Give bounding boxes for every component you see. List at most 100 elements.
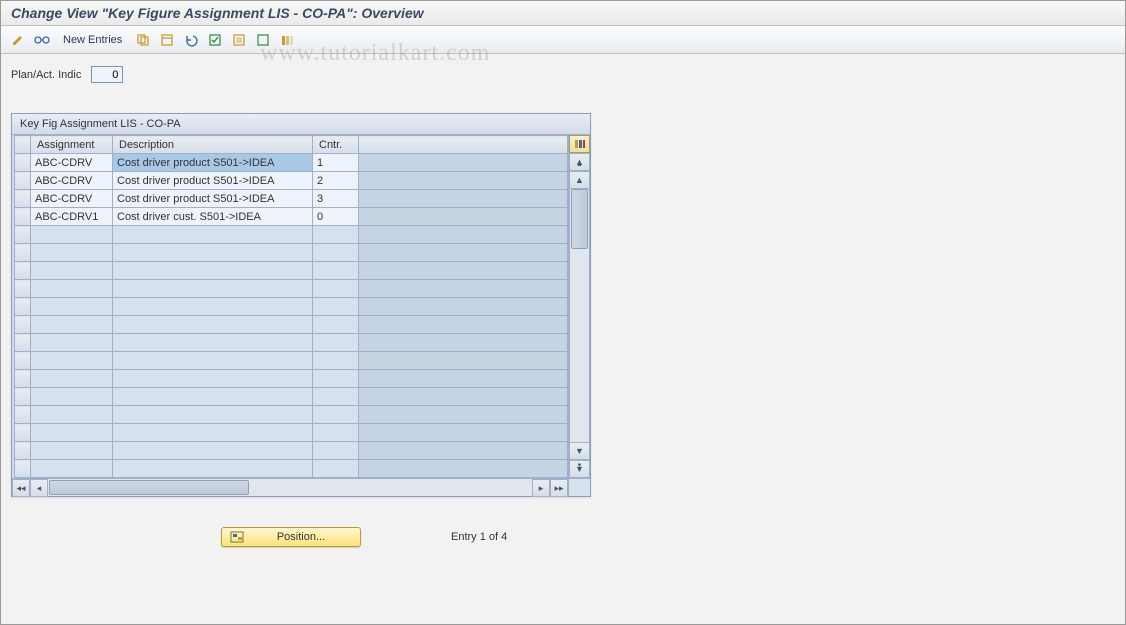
col-cntr[interactable]: Cntr. (313, 136, 359, 154)
copy-as-icon[interactable] (134, 31, 152, 49)
assignment-cell[interactable] (31, 316, 112, 333)
details-icon[interactable] (33, 31, 51, 49)
row-selector[interactable] (15, 388, 31, 406)
cntr-cell[interactable] (313, 226, 358, 243)
cntr-cell[interactable] (313, 370, 358, 387)
row-selector[interactable] (15, 208, 31, 226)
deselect-all-icon[interactable] (254, 31, 272, 49)
description-cell[interactable] (113, 298, 312, 315)
description-cell[interactable] (113, 352, 312, 369)
description-cell[interactable] (113, 388, 312, 405)
row-selector[interactable] (15, 280, 31, 298)
assignment-cell[interactable] (31, 262, 112, 279)
assignment-cell[interactable] (31, 424, 112, 441)
assignment-cell[interactable] (31, 226, 112, 243)
cntr-cell[interactable] (313, 244, 358, 261)
table-settings-icon[interactable] (569, 135, 590, 153)
cntr-cell[interactable] (313, 172, 358, 189)
assignment-cell[interactable] (31, 406, 112, 423)
cntr-cell[interactable] (313, 352, 358, 369)
configure-icon[interactable] (278, 31, 296, 49)
assignment-cell[interactable] (31, 244, 112, 261)
row-selector[interactable] (15, 334, 31, 352)
toggle-change-icon[interactable] (9, 31, 27, 49)
scroll-left-end-icon[interactable]: ◂◂ (12, 479, 30, 497)
vertical-scrollbar-thumb[interactable] (571, 189, 588, 249)
row-selector[interactable] (15, 370, 31, 388)
cntr-cell[interactable] (313, 406, 358, 423)
col-description[interactable]: Description (113, 136, 313, 154)
assignment-cell[interactable] (31, 298, 112, 315)
description-cell[interactable] (113, 280, 312, 297)
row-selector[interactable] (15, 226, 31, 244)
cntr-cell[interactable] (313, 262, 358, 279)
row-selector[interactable] (15, 154, 31, 172)
row-selector[interactable] (15, 352, 31, 370)
row-selector[interactable] (15, 460, 31, 478)
row-selector[interactable] (15, 298, 31, 316)
assignment-cell[interactable] (31, 208, 112, 225)
select-block-icon[interactable] (230, 31, 248, 49)
cntr-cell[interactable] (313, 460, 358, 477)
row-selector[interactable] (15, 316, 31, 334)
delete-icon[interactable] (158, 31, 176, 49)
description-cell[interactable] (113, 334, 312, 351)
scroll-right-end-icon[interactable]: ▸▸ (550, 479, 568, 497)
description-cell[interactable] (113, 208, 312, 225)
undo-icon[interactable] (182, 31, 200, 49)
description-cell[interactable] (113, 406, 312, 423)
horizontal-scrollbar-thumb[interactable] (49, 480, 249, 495)
cntr-cell[interactable] (313, 298, 358, 315)
scroll-left-icon[interactable]: ◂ (30, 479, 48, 497)
cntr-cell[interactable] (313, 388, 358, 405)
row-selector[interactable] (15, 172, 31, 190)
description-cell[interactable] (113, 370, 312, 387)
row-selector[interactable] (15, 262, 31, 280)
assignment-cell[interactable] (31, 280, 112, 297)
cntr-cell[interactable] (313, 208, 358, 225)
cntr-cell[interactable] (313, 334, 358, 351)
cntr-cell[interactable] (313, 154, 358, 171)
select-all-icon[interactable] (206, 31, 224, 49)
row-selector[interactable] (15, 442, 31, 460)
description-cell[interactable] (113, 172, 312, 189)
assignment-cell[interactable] (31, 154, 112, 171)
description-cell[interactable] (113, 424, 312, 441)
assignment-cell[interactable] (31, 334, 112, 351)
row-selector[interactable] (15, 406, 31, 424)
vertical-scrollbar[interactable] (569, 189, 590, 442)
cntr-cell[interactable] (313, 280, 358, 297)
row-selector[interactable] (15, 244, 31, 262)
description-cell[interactable] (113, 154, 312, 171)
row-selector[interactable] (15, 190, 31, 208)
assignment-cell[interactable] (31, 370, 112, 387)
assignment-cell[interactable] (31, 460, 112, 477)
scroll-down-icon[interactable]: ▼ (569, 442, 590, 460)
col-assignment[interactable]: Assignment (31, 136, 113, 154)
scroll-bottom-icon[interactable]: ▼▼ (569, 460, 590, 478)
scroll-up-icon[interactable]: ▲ (569, 171, 590, 189)
assignment-cell[interactable] (31, 352, 112, 369)
position-button[interactable]: Position... (221, 527, 361, 547)
cntr-cell[interactable] (313, 442, 358, 459)
description-cell[interactable] (113, 316, 312, 333)
row-selector-header[interactable] (15, 136, 31, 154)
new-entries-button[interactable]: New Entries (57, 32, 128, 48)
assignment-cell[interactable] (31, 190, 112, 207)
assignment-cell[interactable] (31, 442, 112, 459)
assignment-cell[interactable] (31, 388, 112, 405)
description-cell[interactable] (113, 262, 312, 279)
horizontal-scrollbar[interactable] (48, 479, 532, 496)
scroll-right-icon[interactable]: ▸ (532, 479, 550, 497)
description-cell[interactable] (113, 442, 312, 459)
plan-act-input[interactable] (91, 66, 123, 83)
description-cell[interactable] (113, 190, 312, 207)
description-cell[interactable] (113, 244, 312, 261)
cntr-cell[interactable] (313, 190, 358, 207)
cntr-cell[interactable] (313, 316, 358, 333)
scroll-top-icon[interactable]: ▲▲ (569, 153, 590, 171)
description-cell[interactable] (113, 460, 312, 477)
assignment-cell[interactable] (31, 172, 112, 189)
cntr-cell[interactable] (313, 424, 358, 441)
row-selector[interactable] (15, 424, 31, 442)
